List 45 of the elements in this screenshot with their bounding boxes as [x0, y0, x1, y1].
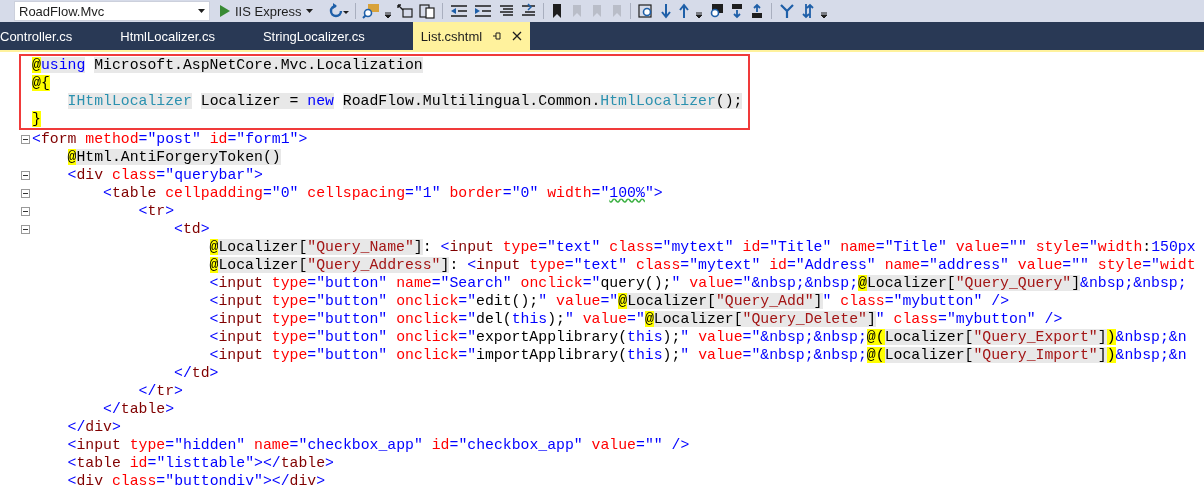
indent-icon[interactable] — [473, 3, 494, 19]
code-line: </table> — [102, 400, 175, 418]
collapse-icon[interactable] — [21, 188, 30, 198]
code-line: IHtmlLocalizer Localizer = new RoadFlow.Multilingual.Common.HtmlLocalizer(); — [66, 92, 743, 110]
code-line: <input type="button" onclick="edit();" value="@Localizer["Query_Add"]" class="mybutton" /> — [208, 292, 1010, 310]
editor-tab[interactable]: Controller.cs — [0, 22, 97, 50]
outdent-icon[interactable] — [449, 3, 470, 19]
collapse-icon[interactable] — [21, 170, 30, 180]
project-dropdown[interactable]: RoadFlow.Mvc — [14, 1, 210, 21]
caret-icon — [198, 9, 205, 13]
uncomment-icon[interactable] — [519, 3, 538, 19]
run-button[interactable]: IIS Express — [214, 1, 320, 21]
editor-tab[interactable]: HtmlLocalizer.cs — [96, 22, 239, 50]
code-line: <table id="listtable"></table> — [66, 454, 334, 472]
code-line: <table cellpadding="0" cellspacing="1" border="0" width="100%"> — [102, 184, 663, 202]
arrow-up-icon[interactable] — [677, 3, 692, 19]
cursor-icon[interactable] — [396, 3, 415, 19]
code-line: <input type="hidden" name="checkbox_app" id="checkbox_app" value="" /> — [66, 436, 690, 454]
close-icon[interactable] — [512, 31, 523, 41]
merge-icon[interactable] — [778, 3, 797, 19]
pin-icon[interactable] — [492, 31, 503, 41]
collapse-icon[interactable] — [21, 206, 30, 216]
editor-tab[interactable]: List.cshtml — [412, 22, 531, 50]
code-line: @Localizer["Query_Name"]: <input type="text" class="mytext" id="Title" name="Title" value="" style="width:150px — [208, 238, 1196, 256]
code-line: <input type="button" onclick="exportApplibrary(this);" value="&nbsp;&nbsp;@(Localizer["Query_Export"])&nbsp;&n — [208, 328, 1187, 346]
code-line: <div class="querybar"> — [66, 166, 263, 184]
play-icon — [220, 5, 230, 17]
comment-icon[interactable] — [497, 3, 516, 19]
code-line: </td> — [173, 364, 219, 382]
editor-tab[interactable]: StringLocalizer.cs — [238, 22, 389, 50]
code-line: <form method="post" id="form1"> — [32, 130, 308, 148]
code-line: @Html.AntiForgeryToken() — [66, 148, 281, 166]
code-line: <td> — [173, 220, 210, 238]
folder-search-icon[interactable] — [362, 3, 381, 19]
caret-icon — [306, 9, 314, 13]
code-line: </tr> — [137, 382, 183, 400]
document-icon[interactable] — [418, 3, 437, 19]
collapse-icon[interactable] — [21, 224, 30, 234]
collapse-icon[interactable] — [21, 134, 30, 144]
code-line: </div> — [66, 418, 121, 436]
code-line: <tr> — [137, 202, 175, 220]
code-line: @Localizer["Query_Address"]: <input type="text" class="mytext" id="Address" name="address" value="" style="widt — [208, 256, 1196, 274]
code-line: <div class="buttondiv"></div> — [66, 472, 326, 490]
code-line: <input type="button" onclick="importApplibrary(this);" value="&nbsp;&nbsp;@(Localizer["Query_Import"])&nbsp;&n — [208, 346, 1187, 364]
arrow-down-icon[interactable] — [659, 3, 674, 19]
